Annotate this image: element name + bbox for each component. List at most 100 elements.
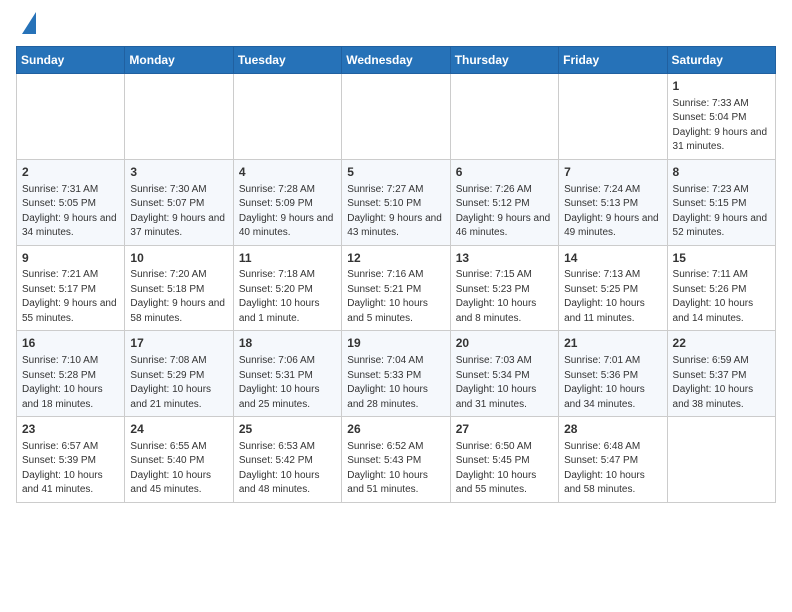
day-number: 1 (673, 78, 770, 95)
calendar-cell: 21 Sunrise: 7:01 AM Sunset: 5:36 PM Dayli… (559, 331, 667, 417)
calendar-cell: 17 Sunrise: 7:08 AM Sunset: 5:29 PM Dayli… (125, 331, 233, 417)
calendar-cell: 22 Sunrise: 6:59 AM Sunset: 5:37 PM Dayli… (667, 331, 775, 417)
day-number: 5 (347, 164, 444, 181)
weekday-header-thursday: Thursday (450, 47, 558, 74)
day-info: Sunrise: 7:13 AM Sunset: 5:25 PM Dayligh… (564, 268, 661, 326)
calendar-cell: 3Sunrise: 7:30 AM Sunset: 5:07 PM Daylig… (125, 159, 233, 245)
day-number: 28 (564, 421, 661, 438)
logo (16, 16, 36, 34)
day-number: 9 (22, 250, 119, 267)
weekday-header-saturday: Saturday (667, 47, 775, 74)
day-info: Sunrise: 6:59 AM Sunset: 5:37 PM Dayligh… (673, 354, 770, 412)
day-info: Sunrise: 7:27 AM Sunset: 5:10 PM Dayligh… (347, 183, 444, 241)
calendar-cell: 7 Sunrise: 7:24 AM Sunset: 5:13 PM Daylig… (559, 159, 667, 245)
calendar-cell (559, 74, 667, 160)
day-number: 12 (347, 250, 444, 267)
day-info: Sunrise: 7:11 AM Sunset: 5:26 PM Dayligh… (673, 268, 770, 326)
day-info: Sunrise: 7:01 AM Sunset: 5:36 PM Dayligh… (564, 354, 661, 412)
calendar-cell: 24 Sunrise: 6:55 AM Sunset: 5:40 PM Dayli… (125, 417, 233, 503)
calendar-cell: 8 Sunrise: 7:23 AM Sunset: 5:15 PM Daylig… (667, 159, 775, 245)
weekday-header-row: SundayMondayTuesdayWednesdayThursdayFrid… (17, 47, 776, 74)
day-number: 15 (673, 250, 770, 267)
calendar-cell: 18 Sunrise: 7:06 AM Sunset: 5:31 PM Dayli… (233, 331, 341, 417)
calendar-week-row: 2 Sunrise: 7:31 AM Sunset: 5:05 PM Daylig… (17, 159, 776, 245)
weekday-header-sunday: Sunday (17, 47, 125, 74)
calendar-cell (667, 417, 775, 503)
calendar-week-row: 16 Sunrise: 7:10 AM Sunset: 5:28 PM Dayli… (17, 331, 776, 417)
day-info: Sunrise: 6:53 AM Sunset: 5:42 PM Dayligh… (239, 440, 336, 498)
calendar-table: SundayMondayTuesdayWednesdayThursdayFrid… (16, 46, 776, 503)
day-number: 6 (456, 164, 553, 181)
day-info: Sunrise: 7:04 AM Sunset: 5:33 PM Dayligh… (347, 354, 444, 412)
day-number: 2 (22, 164, 119, 181)
day-info: Sunrise: 7:16 AM Sunset: 5:21 PM Dayligh… (347, 268, 444, 326)
logo-triangle-icon (22, 12, 36, 34)
day-number: 8 (673, 164, 770, 181)
day-info: Sunrise: 7:06 AM Sunset: 5:31 PM Dayligh… (239, 354, 336, 412)
day-info: Sunrise: 7:26 AM Sunset: 5:12 PM Dayligh… (456, 183, 553, 241)
calendar-cell (17, 74, 125, 160)
day-number: 27 (456, 421, 553, 438)
day-info: Sunrise: 7:28 AM Sunset: 5:09 PM Dayligh… (239, 183, 336, 241)
calendar-cell: 2 Sunrise: 7:31 AM Sunset: 5:05 PM Daylig… (17, 159, 125, 245)
day-number: 10 (130, 250, 227, 267)
day-info: Sunrise: 7:18 AM Sunset: 5:20 PM Dayligh… (239, 268, 336, 326)
calendar-week-row: 23 Sunrise: 6:57 AM Sunset: 5:39 PM Dayli… (17, 417, 776, 503)
day-info: Sunrise: 7:08 AM Sunset: 5:29 PM Dayligh… (130, 354, 227, 412)
day-info: Sunrise: 6:55 AM Sunset: 5:40 PM Dayligh… (130, 440, 227, 498)
day-info: Sunrise: 7:21 AM Sunset: 5:17 PM Dayligh… (22, 268, 119, 326)
day-number: 19 (347, 335, 444, 352)
day-number: 20 (456, 335, 553, 352)
day-number: 24 (130, 421, 227, 438)
day-info: Sunrise: 7:15 AM Sunset: 5:23 PM Dayligh… (456, 268, 553, 326)
calendar-cell: 10Sunrise: 7:20 AM Sunset: 5:18 PM Dayli… (125, 245, 233, 331)
day-number: 23 (22, 421, 119, 438)
calendar-cell: 1 Sunrise: 7:33 AM Sunset: 5:04 PM Daylig… (667, 74, 775, 160)
day-number: 4 (239, 164, 336, 181)
calendar-cell (450, 74, 558, 160)
day-info: Sunrise: 7:33 AM Sunset: 5:04 PM Dayligh… (673, 97, 770, 155)
day-info: Sunrise: 7:10 AM Sunset: 5:28 PM Dayligh… (22, 354, 119, 412)
calendar-cell: 13Sunrise: 7:15 AM Sunset: 5:23 PM Dayli… (450, 245, 558, 331)
calendar-cell: 26Sunrise: 6:52 AM Sunset: 5:43 PM Dayli… (342, 417, 450, 503)
calendar-cell: 25 Sunrise: 6:53 AM Sunset: 5:42 PM Dayli… (233, 417, 341, 503)
weekday-header-wednesday: Wednesday (342, 47, 450, 74)
calendar-cell (125, 74, 233, 160)
calendar-cell: 20 Sunrise: 7:03 AM Sunset: 5:34 PM Dayli… (450, 331, 558, 417)
calendar-week-row: 9Sunrise: 7:21 AM Sunset: 5:17 PM Daylig… (17, 245, 776, 331)
calendar-cell: 6 Sunrise: 7:26 AM Sunset: 5:12 PM Daylig… (450, 159, 558, 245)
calendar-cell: 9Sunrise: 7:21 AM Sunset: 5:17 PM Daylig… (17, 245, 125, 331)
calendar-cell: 28 Sunrise: 6:48 AM Sunset: 5:47 PM Dayli… (559, 417, 667, 503)
day-number: 14 (564, 250, 661, 267)
page-header (16, 16, 776, 34)
day-info: Sunrise: 6:57 AM Sunset: 5:39 PM Dayligh… (22, 440, 119, 498)
day-number: 18 (239, 335, 336, 352)
day-info: Sunrise: 7:03 AM Sunset: 5:34 PM Dayligh… (456, 354, 553, 412)
day-number: 16 (22, 335, 119, 352)
day-info: Sunrise: 7:20 AM Sunset: 5:18 PM Dayligh… (130, 268, 227, 326)
calendar-cell: 19 Sunrise: 7:04 AM Sunset: 5:33 PM Dayli… (342, 331, 450, 417)
day-number: 7 (564, 164, 661, 181)
day-number: 11 (239, 250, 336, 267)
day-info: Sunrise: 6:50 AM Sunset: 5:45 PM Dayligh… (456, 440, 553, 498)
day-info: Sunrise: 7:24 AM Sunset: 5:13 PM Dayligh… (564, 183, 661, 241)
day-info: Sunrise: 6:48 AM Sunset: 5:47 PM Dayligh… (564, 440, 661, 498)
day-number: 17 (130, 335, 227, 352)
day-number: 25 (239, 421, 336, 438)
weekday-header-monday: Monday (125, 47, 233, 74)
day-number: 22 (673, 335, 770, 352)
calendar-cell: 23 Sunrise: 6:57 AM Sunset: 5:39 PM Dayli… (17, 417, 125, 503)
weekday-header-tuesday: Tuesday (233, 47, 341, 74)
day-info: Sunrise: 7:31 AM Sunset: 5:05 PM Dayligh… (22, 183, 119, 241)
calendar-cell: 14Sunrise: 7:13 AM Sunset: 5:25 PM Dayli… (559, 245, 667, 331)
calendar-cell: 4 Sunrise: 7:28 AM Sunset: 5:09 PM Daylig… (233, 159, 341, 245)
calendar-cell: 16 Sunrise: 7:10 AM Sunset: 5:28 PM Dayli… (17, 331, 125, 417)
day-number: 26 (347, 421, 444, 438)
calendar-cell: 15Sunrise: 7:11 AM Sunset: 5:26 PM Dayli… (667, 245, 775, 331)
day-info: Sunrise: 7:23 AM Sunset: 5:15 PM Dayligh… (673, 183, 770, 241)
calendar-cell (233, 74, 341, 160)
day-info: Sunrise: 7:30 AM Sunset: 5:07 PM Dayligh… (130, 183, 227, 241)
day-number: 21 (564, 335, 661, 352)
calendar-cell: 5 Sunrise: 7:27 AM Sunset: 5:10 PM Daylig… (342, 159, 450, 245)
weekday-header-friday: Friday (559, 47, 667, 74)
